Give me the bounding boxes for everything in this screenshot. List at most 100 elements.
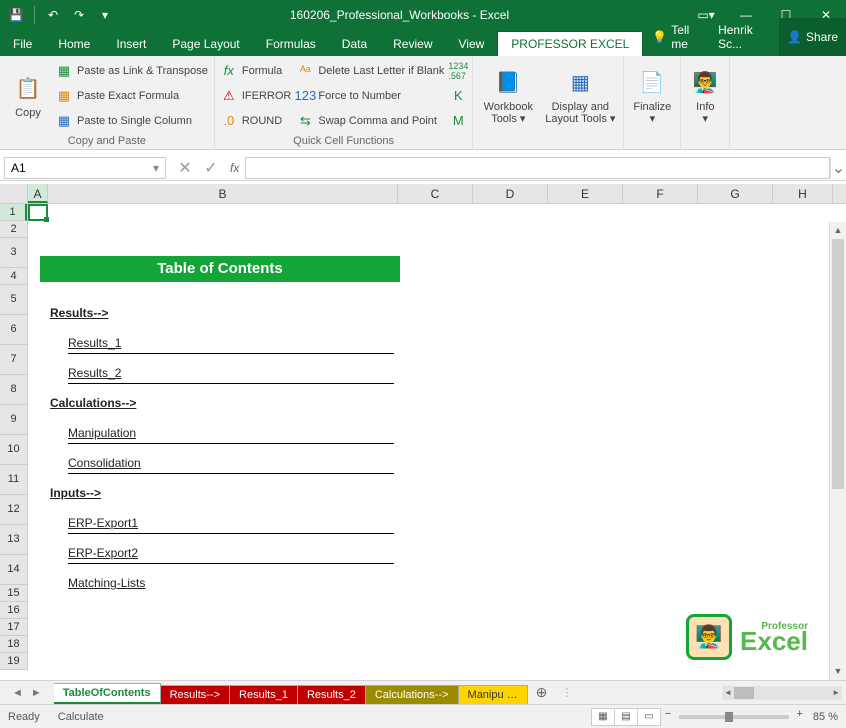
link-erp-export2[interactable]: ERP-Export2 bbox=[68, 546, 394, 564]
row-header-2[interactable]: 2 bbox=[0, 221, 27, 238]
cells-area[interactable]: Table of Contents Results--> Results_1 R… bbox=[28, 204, 846, 670]
number-format-button[interactable]: 1234.567 bbox=[450, 60, 466, 81]
scroll-right-icon[interactable]: ► bbox=[832, 688, 840, 697]
copy-button[interactable]: 📋 Copy bbox=[6, 60, 50, 132]
tab-page-layout[interactable]: Page Layout bbox=[159, 32, 252, 56]
row-header-8[interactable]: 8 bbox=[0, 375, 27, 405]
row-header-16[interactable]: 16 bbox=[0, 602, 27, 619]
col-header-e[interactable]: E bbox=[548, 184, 623, 203]
row-header-15[interactable]: 15 bbox=[0, 585, 27, 602]
tab-home[interactable]: Home bbox=[45, 32, 103, 56]
link-results-1[interactable]: Results_1 bbox=[68, 336, 394, 354]
sheet-tab-results[interactable]: Results--> bbox=[161, 685, 230, 704]
link-manipulation[interactable]: Manipulation bbox=[68, 426, 394, 444]
scroll-down-icon[interactable]: ▼ bbox=[830, 663, 846, 680]
tab-data[interactable]: Data bbox=[329, 32, 380, 56]
page-layout-view-icon[interactable]: ▤ bbox=[614, 708, 638, 726]
row-header-1[interactable]: 1 bbox=[0, 204, 27, 221]
paste-single-column-button[interactable]: ▦Paste to Single Column bbox=[56, 110, 208, 131]
link-erp-export1[interactable]: ERP-Export1 bbox=[68, 516, 394, 534]
workbook-tools-button[interactable]: 📘 Workbook Tools ▾ bbox=[479, 60, 537, 132]
scroll-thumb[interactable] bbox=[832, 239, 844, 489]
info-button[interactable]: 👨‍🏫 Info▾ bbox=[687, 60, 723, 132]
row-header-17[interactable]: 17 bbox=[0, 619, 27, 636]
row-header-19[interactable]: 19 bbox=[0, 653, 27, 670]
new-sheet-button[interactable]: ⊕ bbox=[528, 684, 556, 701]
m-format-button[interactable]: M bbox=[450, 110, 466, 131]
expand-formula-bar-icon[interactable]: ⌄ bbox=[830, 158, 846, 178]
formula-input[interactable] bbox=[245, 157, 830, 179]
hscroll-thumb[interactable] bbox=[734, 687, 754, 699]
tab-professor-excel[interactable]: PROFESSOR EXCEL bbox=[497, 31, 643, 56]
vertical-scrollbar[interactable]: ▲ ▼ bbox=[829, 222, 846, 680]
tell-me-button[interactable]: 💡Tell me bbox=[643, 18, 709, 56]
row-header-12[interactable]: 12 bbox=[0, 495, 27, 525]
fx-icon[interactable]: fx bbox=[230, 161, 239, 175]
force-to-number-button[interactable]: 123Force to Number bbox=[297, 85, 444, 106]
col-header-g[interactable]: G bbox=[698, 184, 773, 203]
save-icon[interactable]: 💾 bbox=[8, 7, 24, 23]
horizontal-scrollbar[interactable]: ◄ ► bbox=[722, 686, 842, 700]
user-account[interactable]: Henrik Sc... bbox=[709, 18, 779, 56]
row-header-10[interactable]: 10 bbox=[0, 435, 27, 465]
row-header-7[interactable]: 7 bbox=[0, 345, 27, 375]
row-header-4[interactable]: 4 bbox=[0, 268, 27, 285]
row-header-5[interactable]: 5 bbox=[0, 285, 27, 315]
row-header-9[interactable]: 9 bbox=[0, 405, 27, 435]
col-header-a[interactable]: A bbox=[28, 184, 48, 203]
link-consolidation[interactable]: Consolidation bbox=[68, 456, 394, 474]
enter-formula-icon[interactable]: ✓ bbox=[202, 158, 220, 178]
formula-button[interactable]: fxFormula bbox=[221, 60, 292, 81]
sheet-tab-results-1[interactable]: Results_1 bbox=[230, 685, 298, 704]
zoom-slider[interactable] bbox=[679, 715, 789, 719]
sheet-tab-manipulation[interactable]: Manipu … bbox=[459, 685, 528, 704]
display-layout-tools-button[interactable]: ▦ Display and Layout Tools ▾ bbox=[543, 60, 617, 132]
chevron-down-icon[interactable]: ▾ bbox=[153, 161, 159, 175]
undo-icon[interactable]: ↶ bbox=[45, 7, 61, 23]
tab-insert[interactable]: Insert bbox=[103, 32, 159, 56]
tab-formulas[interactable]: Formulas bbox=[253, 32, 329, 56]
share-button[interactable]: 👤Share bbox=[779, 18, 846, 56]
col-header-b[interactable]: B bbox=[48, 184, 398, 203]
sheet-nav-prev-icon[interactable]: ◄ bbox=[12, 687, 23, 699]
row-header-3[interactable]: 3 bbox=[0, 238, 27, 268]
iferror-button[interactable]: ⚠IFERROR bbox=[221, 85, 292, 106]
view-buttons: ▦ ▤ ▭ bbox=[592, 708, 661, 726]
col-header-h[interactable]: H bbox=[773, 184, 833, 203]
name-box[interactable]: A1▾ bbox=[4, 157, 166, 179]
sheet-tab-calculations[interactable]: Calculations--> bbox=[366, 685, 459, 704]
scroll-left-icon[interactable]: ◄ bbox=[724, 688, 732, 697]
row-header-11[interactable]: 11 bbox=[0, 465, 27, 495]
link-matching-lists[interactable]: Matching-Lists bbox=[68, 576, 394, 593]
link-results-2[interactable]: Results_2 bbox=[68, 366, 394, 384]
select-all-corner[interactable] bbox=[0, 184, 28, 203]
finalize-button[interactable]: 📄 Finalize▾ bbox=[630, 60, 674, 132]
redo-icon[interactable]: ↷ bbox=[71, 7, 87, 23]
round-button[interactable]: .0ROUND bbox=[221, 110, 292, 131]
tab-view[interactable]: View bbox=[446, 32, 498, 56]
paste-link-transpose-button[interactable]: ▦Paste as Link & Transpose bbox=[56, 60, 208, 81]
col-header-f[interactable]: F bbox=[623, 184, 698, 203]
delete-last-letter-button[interactable]: ᴬᵃDelete Last Letter if Blank bbox=[297, 60, 444, 81]
col-header-d[interactable]: D bbox=[473, 184, 548, 203]
row-header-14[interactable]: 14 bbox=[0, 555, 27, 585]
k-format-button[interactable]: K bbox=[450, 85, 466, 106]
normal-view-icon[interactable]: ▦ bbox=[591, 708, 615, 726]
col-header-c[interactable]: C bbox=[398, 184, 473, 203]
zoom-percent[interactable]: 85 % bbox=[813, 711, 838, 723]
row-header-18[interactable]: 18 bbox=[0, 636, 27, 653]
sheet-nav-next-icon[interactable]: ► bbox=[31, 687, 42, 699]
row-header-13[interactable]: 13 bbox=[0, 525, 27, 555]
scroll-up-icon[interactable]: ▲ bbox=[830, 222, 846, 239]
cancel-formula-icon[interactable]: ✕ bbox=[176, 158, 194, 178]
sheet-tab-toc[interactable]: TableOfContents bbox=[54, 683, 161, 704]
swap-comma-point-button[interactable]: ⇆Swap Comma and Point bbox=[297, 110, 444, 131]
page-break-view-icon[interactable]: ▭ bbox=[637, 708, 661, 726]
zoom-thumb[interactable] bbox=[725, 712, 733, 722]
tab-file[interactable]: File bbox=[0, 32, 45, 56]
paste-exact-formula-button[interactable]: ▦Paste Exact Formula bbox=[56, 85, 208, 106]
qat-more-icon[interactable]: ▾ bbox=[97, 7, 113, 23]
sheet-tab-results-2[interactable]: Results_2 bbox=[298, 685, 366, 704]
tab-review[interactable]: Review bbox=[380, 32, 445, 56]
row-header-6[interactable]: 6 bbox=[0, 315, 27, 345]
